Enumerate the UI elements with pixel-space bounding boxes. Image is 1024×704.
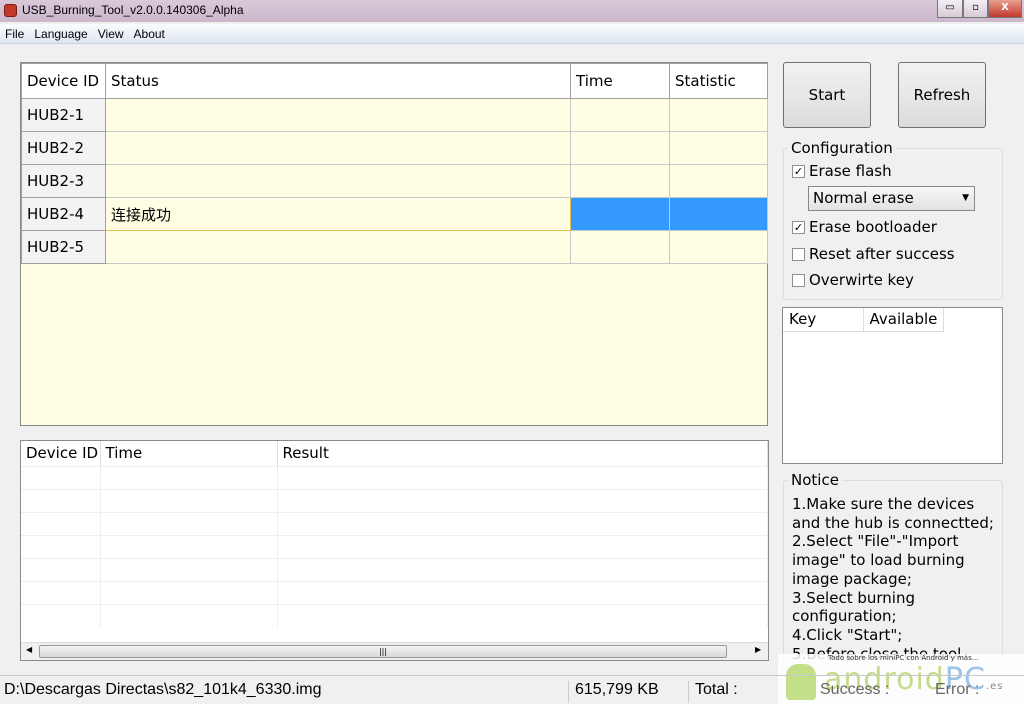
reset-after-success-label: Reset after success: [809, 245, 955, 263]
device-time: [570, 197, 670, 231]
checkbox-unchecked-icon: [792, 273, 805, 287]
device-status: [105, 164, 571, 198]
menu-file[interactable]: File: [0, 25, 29, 41]
device-status: [105, 131, 571, 165]
device-row[interactable]: HUB2-5: [21, 230, 768, 264]
close-button[interactable]: X: [988, 0, 1022, 18]
menu-about[interactable]: About: [129, 25, 170, 41]
maximize-button[interactable]: ▫: [963, 0, 988, 18]
col-available[interactable]: Available: [863, 308, 944, 332]
configuration-title: Configuration: [788, 139, 896, 157]
scroll-left-icon[interactable]: ◀: [26, 645, 32, 654]
device-time: [570, 131, 670, 165]
image-size: 615,799 KB: [568, 681, 659, 703]
scroll-right-icon[interactable]: ▶: [755, 645, 761, 654]
log-table: Device ID Time Result: [20, 440, 769, 661]
device-statistic: [669, 230, 768, 264]
notice-title: Notice: [788, 471, 842, 489]
col-time[interactable]: Time: [100, 441, 278, 466]
device-statistic: [669, 197, 768, 231]
checkbox-unchecked-icon: [792, 247, 805, 261]
window-title: USB_Burning_Tool_v2.0.0.140306_Alpha: [22, 3, 244, 17]
device-row[interactable]: HUB2-2: [21, 131, 768, 165]
device-row[interactable]: HUB2-3: [21, 164, 768, 198]
reset-after-success-checkbox[interactable]: Reset after success: [792, 245, 955, 263]
col-status[interactable]: Status: [105, 63, 571, 99]
device-status: 连接成功: [105, 197, 571, 231]
device-statistic: [669, 98, 768, 132]
erase-bootloader-label: Erase bootloader: [809, 218, 937, 236]
image-path: D:\Descargas Directas\s82_101k4_6330.img: [4, 681, 322, 698]
device-id: HUB2-3: [21, 164, 106, 198]
horizontal-scrollbar[interactable]: ◀ ||| ▶: [21, 642, 768, 660]
device-id: HUB2-1: [21, 98, 106, 132]
device-id: HUB2-2: [21, 131, 106, 165]
watermark-tagline: Todo sobre los miniPC con Android y más.…: [828, 654, 979, 662]
status-bar: D:\Descargas Directas\s82_101k4_6330.img…: [0, 675, 1024, 704]
start-button[interactable]: Start: [783, 62, 871, 128]
device-time: [570, 98, 670, 132]
key-table: Key Available: [782, 307, 1003, 464]
device-time: [570, 230, 670, 264]
device-row[interactable]: HUB2-1: [21, 98, 768, 132]
notice-text: 1.Make sure the devices and the hub is c…: [792, 495, 994, 660]
minimize-button[interactable]: ▭: [937, 0, 963, 18]
refresh-button[interactable]: Refresh: [898, 62, 986, 128]
menu-view[interactable]: View: [93, 25, 129, 41]
erase-flash-label: Erase flash: [809, 162, 892, 180]
erase-mode-value: Normal erase: [813, 189, 914, 207]
device-grid: Device ID Status Time Statistic HUB2-1 HUB2…: [20, 62, 768, 426]
checkbox-checked-icon: ✓: [792, 220, 805, 234]
erase-bootloader-checkbox[interactable]: ✓ Erase bootloader: [792, 218, 937, 236]
device-id: HUB2-4: [21, 197, 106, 231]
device-time: [570, 164, 670, 198]
col-device-id[interactable]: Device ID: [21, 441, 101, 466]
device-id: HUB2-5: [21, 230, 106, 264]
overwrite-key-label: Overwirte key: [809, 271, 914, 289]
error-count: Error :: [935, 681, 980, 698]
checkbox-checked-icon: ✓: [792, 164, 805, 178]
app-icon: [4, 4, 17, 17]
scroll-thumb[interactable]: |||: [39, 645, 727, 658]
device-row[interactable]: HUB2-4 连接成功: [21, 197, 768, 231]
device-status: [105, 230, 571, 264]
success-count: Success :: [820, 681, 890, 698]
erase-mode-select[interactable]: Normal erase ▼: [808, 186, 975, 211]
title-bar: USB_Burning_Tool_v2.0.0.140306_Alpha ▭ ▫…: [0, 0, 1024, 22]
menu-bar: File Language View About: [0, 24, 1024, 44]
device-status: [105, 98, 571, 132]
erase-flash-checkbox[interactable]: ✓ Erase flash: [792, 162, 892, 180]
overwrite-key-checkbox[interactable]: Overwirte key: [792, 271, 914, 289]
total-count: Total :: [688, 681, 738, 703]
device-statistic: [669, 164, 768, 198]
col-statistic[interactable]: Statistic: [669, 63, 768, 99]
col-device-id[interactable]: Device ID: [21, 63, 106, 99]
menu-language[interactable]: Language: [29, 25, 92, 41]
device-statistic: [669, 131, 768, 165]
col-time[interactable]: Time: [570, 63, 670, 99]
col-result[interactable]: Result: [277, 441, 768, 466]
col-key[interactable]: Key: [783, 308, 864, 332]
chevron-down-icon: ▼: [962, 193, 969, 203]
